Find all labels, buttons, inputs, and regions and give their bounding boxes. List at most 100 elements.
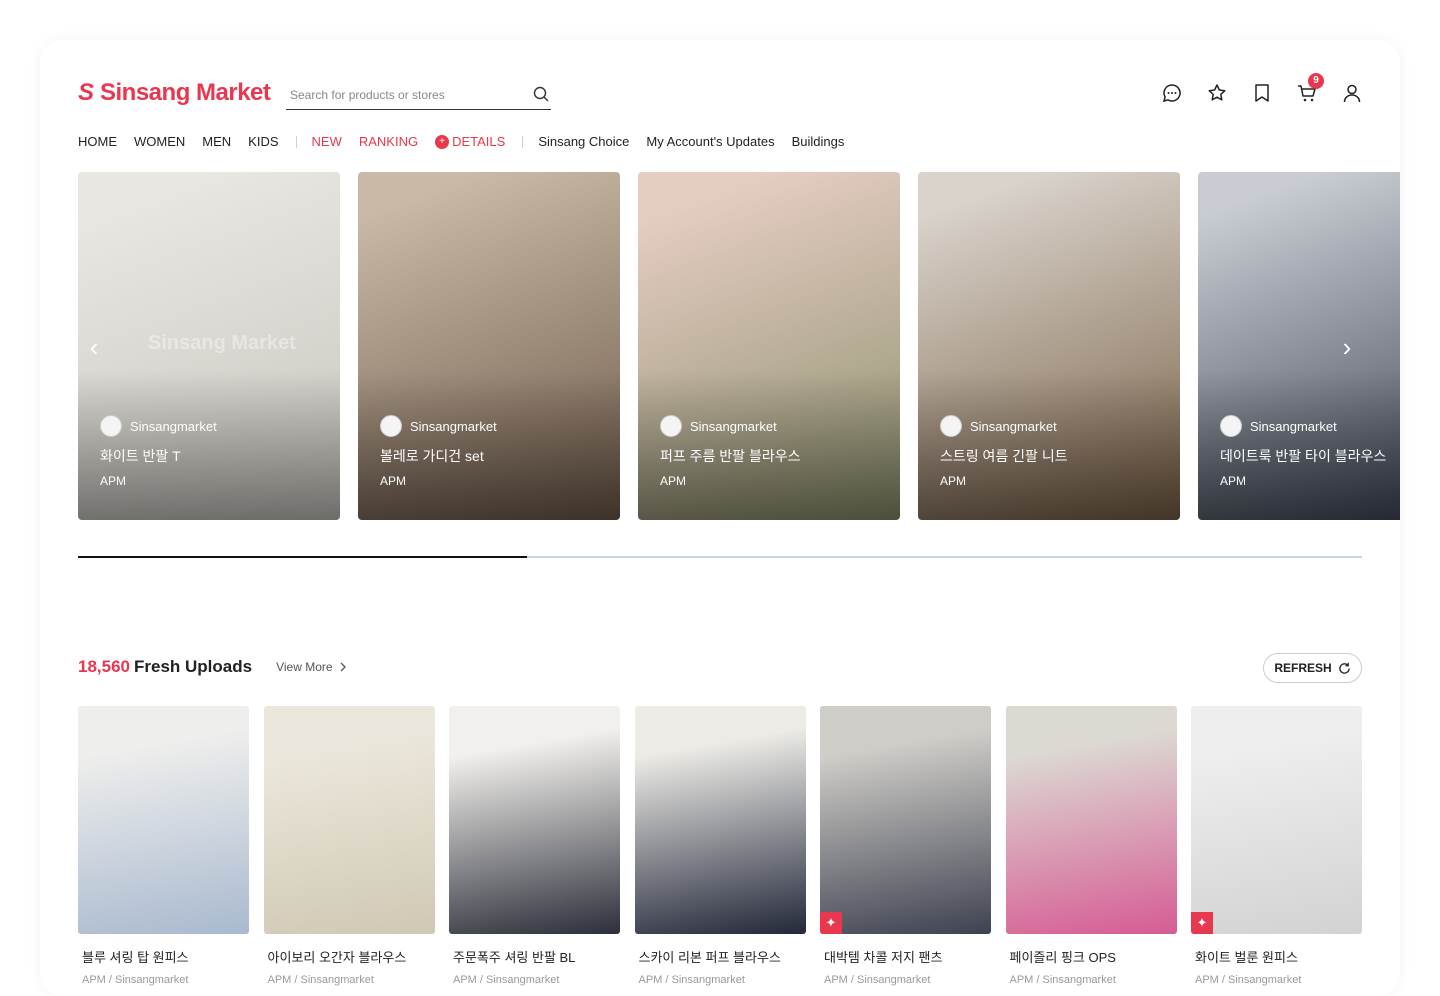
product-image[interactable] xyxy=(78,706,249,934)
product-seller: APM / Sinsangmarket xyxy=(453,974,560,986)
hero-card-store: Sinsangmarket xyxy=(380,415,497,437)
nav-divider xyxy=(522,135,524,148)
carousel-next-icon[interactable]: › xyxy=(1335,332,1359,362)
hero-card-subtitle: APM xyxy=(100,474,127,488)
hero-card-title: 화이트 반팔 T xyxy=(100,448,181,464)
carousel-progress-fill xyxy=(78,556,528,558)
search-bar xyxy=(286,80,551,110)
view-more-link[interactable]: View More xyxy=(276,660,346,674)
chevron-right-icon xyxy=(340,662,346,672)
hero-card[interactable]: Sinsangmarket 퍼프 주름 반팔 블라우스 APM xyxy=(638,172,900,520)
product-seller: APM / Sinsangmarket xyxy=(824,974,931,986)
hero-card-shade xyxy=(1198,370,1400,520)
hero-card-store: Sinsangmarket xyxy=(100,415,217,437)
main-nav: HOME WOMEN MEN KIDS NEW RANKING + DETAIL… xyxy=(78,134,861,149)
product-card[interactable]: 페이즐리 핑크 OPS APM / Sinsangmarket xyxy=(1005,706,1177,986)
hero-card-subtitle: APM xyxy=(1220,474,1247,488)
hero-watermark: Sinsang Market xyxy=(148,332,296,354)
product-card[interactable]: 주문폭주 셔링 반팔 BL APM / Sinsangmarket xyxy=(449,706,620,986)
product-card[interactable]: 아이보리 오간자 블라우스 APM / Sinsangmarket xyxy=(263,706,435,986)
hero-card-store: Sinsangmarket xyxy=(1220,415,1337,437)
product-card[interactable]: ✦ 화이트 벌룬 원피스 APM / Sinsangmarket xyxy=(1191,706,1362,986)
hero-card-store-name: Sinsangmarket xyxy=(690,418,777,434)
nav-buildings[interactable]: Buildings xyxy=(792,134,845,149)
product-name[interactable]: 페이즐리 핑크 OPS xyxy=(1006,947,1177,966)
sparkle-badge-icon: ✦ xyxy=(1191,912,1213,934)
hero-card[interactable]: Sinsangmarket 데이트룩 반팔 타이 블라우스 APM xyxy=(1198,172,1400,520)
logo-text: Sinsang Market xyxy=(100,79,271,106)
chat-icon[interactable] xyxy=(1162,82,1182,104)
plus-circle-icon: + xyxy=(435,134,450,149)
store-avatar-icon xyxy=(380,415,402,437)
fresh-uploads-title: Fresh Uploads xyxy=(134,657,253,676)
nav-new[interactable]: NEW xyxy=(312,134,342,149)
hero-card-subtitle: APM xyxy=(660,474,687,488)
hero-card-shade xyxy=(78,370,340,520)
fresh-uploads-grid: 블루 셔링 탑 원피스 APM / Sinsangmarket 아이보리 오간자 블… xyxy=(78,706,1362,996)
nav-ranking[interactable]: RANKING xyxy=(359,134,418,149)
product-image[interactable] xyxy=(1005,706,1177,934)
header-icons: 9 xyxy=(1162,73,1362,104)
product-seller: APM / Sinsangmarket xyxy=(1009,974,1116,986)
product-seller: APM / Sinsangmarket xyxy=(82,974,189,986)
page-frame: S Sinsang Market 9 HOME WOMEN MEN KIDS xyxy=(40,40,1400,996)
hero-card-store-name: Sinsangmarket xyxy=(970,418,1057,434)
carousel-prev-icon[interactable]: ‹ xyxy=(82,332,106,362)
nav-sinsang-choice[interactable]: Sinsang Choice xyxy=(538,134,629,149)
star-icon[interactable] xyxy=(1207,82,1227,104)
product-image[interactable] xyxy=(449,706,620,934)
fresh-uploads-count: 18,560 xyxy=(78,657,130,676)
product-image[interactable] xyxy=(263,706,435,934)
refresh-label: REFRESH xyxy=(1274,661,1332,675)
product-card[interactable]: 스카이 리본 퍼프 블라우스 APM / Sinsangmarket xyxy=(634,706,806,986)
nav-divider xyxy=(295,135,297,148)
store-avatar-icon xyxy=(660,415,682,437)
nav-women[interactable]: WOMEN xyxy=(134,134,185,149)
nav-details[interactable]: + DETAILS xyxy=(435,134,505,149)
store-avatar-icon xyxy=(940,415,962,437)
hero-card-store-name: Sinsangmarket xyxy=(130,418,217,434)
user-icon[interactable] xyxy=(1342,82,1362,104)
refresh-icon xyxy=(1338,662,1350,674)
product-image[interactable]: ✦ xyxy=(1191,706,1362,934)
nav-men[interactable]: MEN xyxy=(202,134,231,149)
product-name[interactable]: 주문폭주 셔링 반팔 BL xyxy=(449,947,620,966)
hero-card[interactable]: Sinsangmarket 볼레로 가디건 set APM xyxy=(358,172,620,520)
refresh-button[interactable]: REFRESH xyxy=(1263,653,1362,683)
nav-kids[interactable]: KIDS xyxy=(248,134,278,149)
hero-card-title: 데이트룩 반팔 타이 블라우스 xyxy=(1220,448,1387,464)
nav-home[interactable]: HOME xyxy=(78,134,117,149)
search-input[interactable] xyxy=(286,87,521,102)
product-image[interactable]: ✦ xyxy=(820,706,991,934)
product-card[interactable]: 블루 셔링 탑 원피스 APM / Sinsangmarket xyxy=(78,706,249,986)
hero-card-store-name: Sinsangmarket xyxy=(1250,418,1337,434)
product-name[interactable]: 화이트 벌룬 원피스 xyxy=(1191,947,1362,966)
store-avatar-icon xyxy=(1220,415,1242,437)
carousel-progress xyxy=(78,556,1362,558)
logo-mark-icon: S xyxy=(78,79,94,106)
search-icon[interactable] xyxy=(533,86,549,107)
hero-card-subtitle: APM xyxy=(380,474,407,488)
hero-card-title: 스트링 여름 긴팔 니트 xyxy=(940,448,1068,464)
hero-card[interactable]: Sinsangmarket 화이트 반팔 T APM Sinsang Market xyxy=(78,172,340,520)
product-name[interactable]: 블루 셔링 탑 원피스 xyxy=(78,947,249,966)
logo[interactable]: S Sinsang Market xyxy=(78,79,271,107)
product-name[interactable]: 아이보리 오간자 블라우스 xyxy=(264,947,435,966)
sparkle-badge-icon: ✦ xyxy=(820,912,842,934)
nav-details-label: DETAILS xyxy=(452,134,506,149)
hero-card[interactable]: Sinsangmarket 스트링 여름 긴팔 니트 APM xyxy=(918,172,1180,520)
nav-account-updates[interactable]: My Account's Updates xyxy=(646,134,774,149)
hero-card-shade xyxy=(918,370,1180,520)
product-card[interactable]: ✦ 대박템 차콜 저지 팬츠 APM / Sinsangmarket xyxy=(820,706,991,986)
hero-card-shade xyxy=(638,370,900,520)
product-image[interactable] xyxy=(634,706,806,934)
product-name[interactable]: 스카이 리본 퍼프 블라우스 xyxy=(635,947,806,966)
store-avatar-icon xyxy=(100,415,122,437)
product-name[interactable]: 대박템 차콜 저지 팬츠 xyxy=(820,947,991,966)
cart-icon[interactable]: 9 xyxy=(1297,73,1324,104)
hero-card-shade xyxy=(358,370,620,520)
view-more-label: View More xyxy=(276,660,333,674)
bookmark-icon[interactable] xyxy=(1252,82,1272,104)
fresh-uploads-header: 18,560 Fresh Uploads View More xyxy=(78,657,347,677)
product-seller: APM / Sinsangmarket xyxy=(638,974,745,986)
